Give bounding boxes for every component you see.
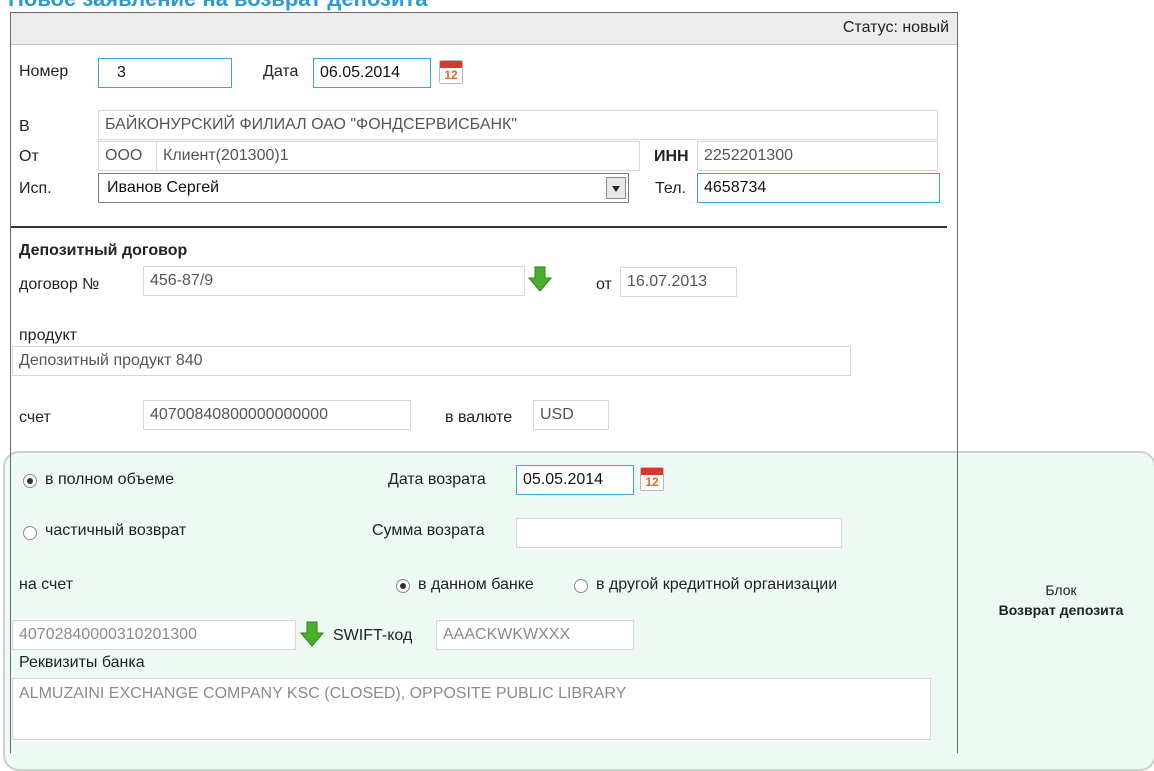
this-bank-radio[interactable]: [396, 579, 410, 593]
product-field[interactable]: Депозитный продукт 840: [12, 346, 851, 376]
refund-account-field[interactable]: 40702840000310201300: [12, 620, 296, 650]
to-account-label: на счет: [19, 576, 74, 593]
recipient-bank-field[interactable]: БАЙКОНУРСКИЙ ФИЛИАЛ ОАО "ФОНДСЕРВИСБАНК": [98, 110, 938, 140]
calendar-day: 12: [444, 68, 458, 82]
green-down-arrow-icon[interactable]: [528, 265, 552, 293]
currency-label: в валюте: [445, 409, 513, 426]
status-bar: Статус: новый: [11, 13, 957, 45]
block-caption-line1: Блок: [1045, 582, 1077, 598]
contract-number-value: 456-87/9: [150, 272, 214, 289]
number-value: 3: [117, 64, 126, 81]
other-bank-label: в другой кредитной организации: [596, 576, 838, 593]
calendar-icon[interactable]: 12: [640, 467, 664, 491]
phone-value: 4658734: [704, 179, 767, 196]
this-bank-label: в данном банке: [418, 576, 534, 593]
client-value: Клиент(201300)1: [163, 147, 289, 164]
refund-amount-label: Сумма возрата: [372, 522, 485, 539]
contract-date-value: 16.07.2013: [627, 273, 708, 290]
contract-date-field[interactable]: 16.07.2013: [620, 267, 737, 297]
recipient-bank-value: БАЙКОНУРСКИЙ ФИЛИАЛ ОАО "ФОНДСЕРВИСБАНК": [105, 116, 518, 133]
bank-details-label: Реквизиты банка: [19, 654, 145, 671]
refund-date-value: 05.05.2014: [523, 471, 604, 488]
date-value: 06.05.2014: [320, 64, 401, 81]
status-text: Статус: новый: [842, 19, 949, 36]
refund-partial-label: частичный возврат: [45, 522, 187, 539]
date-label: Дата: [263, 63, 299, 80]
contract-section-title: Депозитный договор: [19, 242, 188, 259]
contract-number-label: договор №: [19, 276, 100, 293]
product-label: продукт: [19, 327, 77, 344]
refund-full-radio[interactable]: [23, 474, 37, 488]
inn-label: ИНН: [654, 148, 689, 165]
product-value: Депозитный продукт 840: [19, 352, 203, 369]
account-label: счет: [19, 409, 51, 426]
currency-field[interactable]: USD: [533, 400, 609, 430]
green-down-arrow-icon[interactable]: [300, 620, 324, 648]
divider: [11, 226, 947, 228]
swift-label: SWIFT-код: [333, 627, 413, 644]
org-form-field[interactable]: ООО: [98, 141, 158, 171]
calendar-icon[interactable]: 12: [439, 60, 463, 84]
executor-label: Исп.: [19, 180, 52, 197]
to-label: В: [19, 118, 30, 135]
chevron-down-icon[interactable]: [606, 177, 626, 199]
refund-partial-radio[interactable]: [23, 526, 37, 540]
account-value: 40700840800000000000: [150, 406, 328, 423]
swift-field[interactable]: AAACKWKWXXX: [436, 620, 634, 650]
client-field[interactable]: Клиент(201300)1: [156, 141, 640, 171]
refund-full-label: в полном объеме: [45, 471, 174, 488]
date-field[interactable]: 06.05.2014: [313, 58, 431, 88]
phone-label: Тел.: [655, 180, 687, 197]
number-field[interactable]: 3: [98, 58, 232, 88]
calendar-day: 12: [645, 475, 659, 489]
other-bank-radio[interactable]: [574, 579, 588, 593]
currency-value: USD: [540, 406, 574, 423]
number-label: Номер: [19, 63, 69, 80]
from-label: От: [19, 148, 39, 165]
block-caption: Блок Возврат депозита: [966, 580, 1154, 620]
refund-account-value: 40702840000310201300: [19, 626, 197, 643]
bank-details-value: ALMUZAINI EXCHANGE COMPANY KSC (CLOSED),…: [19, 685, 627, 702]
account-field[interactable]: 40700840800000000000: [143, 400, 411, 430]
executor-select[interactable]: Иванов Сергей: [98, 173, 629, 203]
phone-field[interactable]: 4658734: [697, 173, 940, 203]
contract-date-label: от: [596, 276, 612, 293]
refund-date-label: Дата возрата: [388, 471, 486, 488]
refund-date-field[interactable]: 05.05.2014: [516, 465, 634, 495]
contract-number-field[interactable]: 456-87/9: [143, 266, 525, 296]
executor-value: Иванов Сергей: [107, 179, 220, 196]
org-form-value: ООО: [105, 147, 143, 164]
page-title: Новое заявление на возврат депозита: [8, 0, 428, 12]
inn-field[interactable]: 2252201300: [697, 141, 938, 171]
bank-details-field[interactable]: ALMUZAINI EXCHANGE COMPANY KSC (CLOSED),…: [12, 678, 931, 740]
inn-value: 2252201300: [704, 147, 793, 164]
refund-amount-field[interactable]: [516, 518, 842, 548]
swift-value: AAACKWKWXXX: [443, 626, 571, 643]
block-caption-line2: Возврат депозита: [998, 602, 1124, 618]
